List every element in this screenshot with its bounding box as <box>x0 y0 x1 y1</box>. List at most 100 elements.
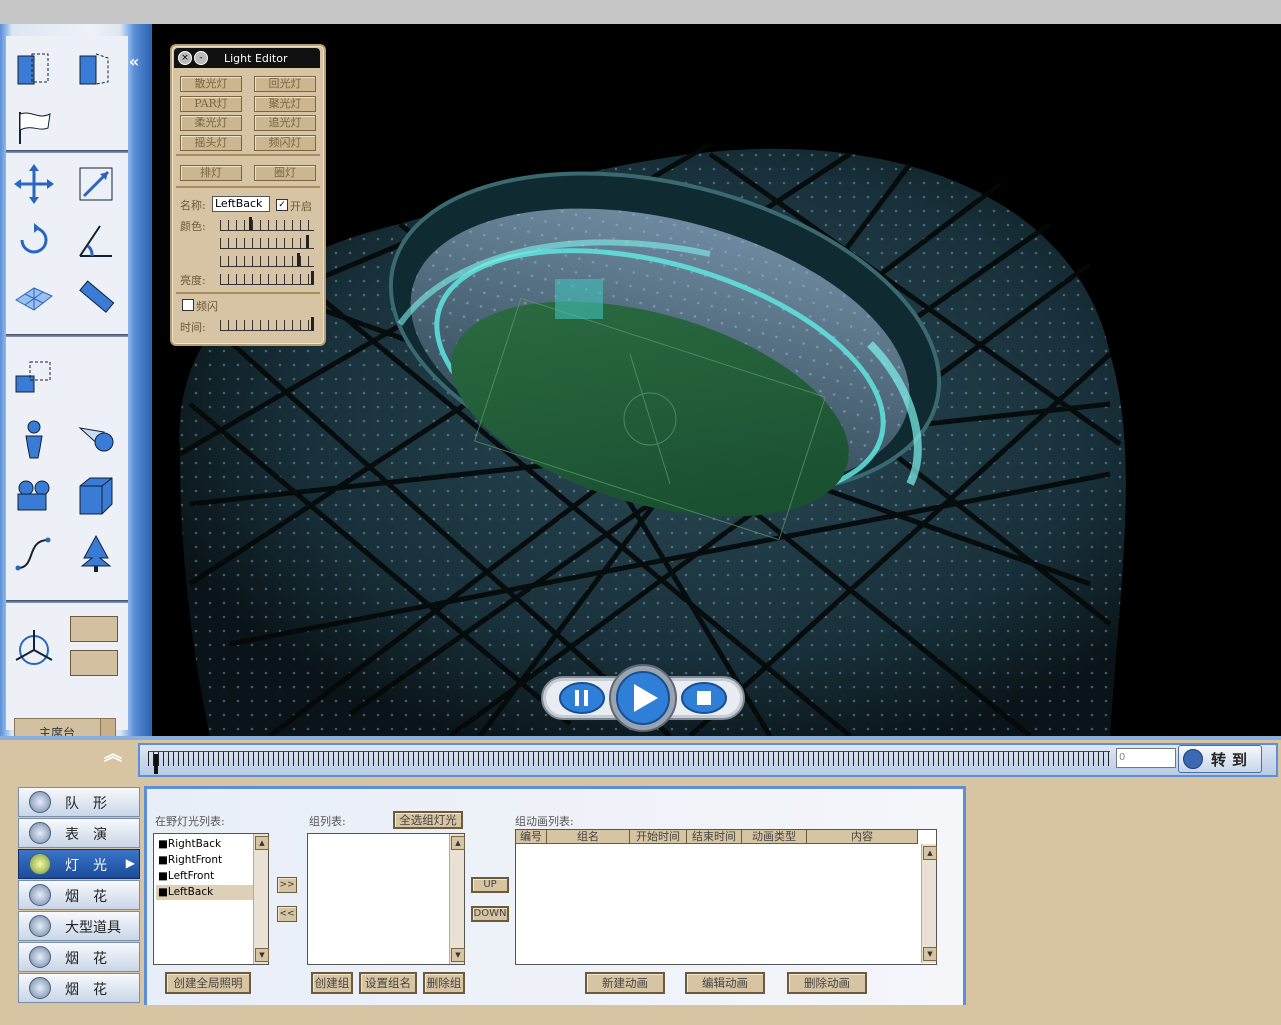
color-green-slider[interactable] <box>220 235 314 249</box>
create-group-button[interactable]: 创建组 <box>311 972 353 994</box>
frame-input[interactable]: 0 <box>1116 748 1176 768</box>
column-header[interactable]: 开始时间 <box>630 830 687 844</box>
play-button[interactable] <box>609 664 677 732</box>
select-all-group-lights-button[interactable]: 全选组灯光 <box>393 811 463 829</box>
category-fireworks[interactable]: 烟花 <box>18 942 140 972</box>
field-lights-list[interactable]: ■RightBack ■RightFront ■LeftFront ■LeftB… <box>153 833 269 965</box>
time-slider[interactable] <box>220 317 314 331</box>
stop-button[interactable] <box>681 682 727 714</box>
ruler-icon[interactable] <box>74 274 118 318</box>
new-animation-button[interactable]: 新建动画 <box>585 972 665 994</box>
column-header[interactable]: 组名 <box>547 830 630 844</box>
list-item[interactable]: ■LeftFront <box>156 869 258 884</box>
color-blue-slider[interactable] <box>220 253 314 267</box>
list-item-selected[interactable]: ■LeftBack <box>156 885 258 900</box>
enable-checkbox[interactable]: ✓ <box>276 199 288 211</box>
light-name-input[interactable]: LeftBack <box>212 196 270 212</box>
transform-gizmo-icon[interactable] <box>12 626 56 670</box>
column-header[interactable]: 结束时间 <box>687 830 742 844</box>
pause-button[interactable] <box>559 682 605 714</box>
category-fireworks[interactable]: 烟花 <box>18 880 140 910</box>
grid-icon[interactable] <box>12 274 56 318</box>
timeline-scrubber[interactable] <box>154 754 158 774</box>
timeline-bar: 0 转到 <box>138 743 1278 777</box>
list-item[interactable]: ■RightFront <box>156 853 258 868</box>
flag-icon[interactable] <box>12 104 56 148</box>
scroll-up-icon[interactable]: ▲ <box>923 846 937 860</box>
move-left-button[interactable]: << <box>277 906 297 922</box>
scale-icon[interactable] <box>74 162 118 206</box>
light-type-button[interactable]: 散光灯 <box>180 76 242 92</box>
scrollbar[interactable]: ▲ ▼ <box>449 834 465 964</box>
light-type-button[interactable]: 摇头灯 <box>180 135 242 151</box>
scroll-down-icon[interactable]: ▼ <box>451 948 465 962</box>
scroll-up-icon[interactable]: ▲ <box>255 836 269 850</box>
light-type-button[interactable]: 聚光灯 <box>254 96 316 112</box>
ring-lights-button[interactable]: 圈灯 <box>254 165 316 181</box>
performance-icon <box>29 822 51 844</box>
scrollbar[interactable]: ▲ ▼ <box>921 844 937 963</box>
color-swatch-secondary[interactable] <box>70 650 118 676</box>
brightness-slider[interactable] <box>220 271 314 285</box>
copy-object-icon[interactable] <box>12 48 56 92</box>
light-type-button[interactable]: 追光灯 <box>254 115 316 131</box>
fireworks-icon <box>29 946 51 968</box>
column-header[interactable]: 动画类型 <box>742 830 807 844</box>
angle-icon[interactable] <box>74 218 118 262</box>
group-animation-table[interactable]: 编号 组名 开始时间 结束时间 动画类型 内容 ▲ ▼ <box>515 829 937 965</box>
scroll-down-icon[interactable]: ▼ <box>923 947 937 961</box>
delete-animation-button[interactable]: 删除动画 <box>787 972 867 994</box>
lighting-icon <box>29 853 51 875</box>
category-fireworks[interactable]: 烟花 <box>18 973 140 1003</box>
timeline-track[interactable] <box>148 751 1110 774</box>
collapse-toolbar-button[interactable]: « <box>120 52 148 72</box>
slider-knob[interactable] <box>311 271 314 284</box>
performer-icon[interactable] <box>12 418 56 462</box>
goto-button[interactable]: 转到 <box>1178 745 1262 773</box>
light-editor-titlebar[interactable]: × - Light Editor <box>174 48 320 68</box>
slider-knob[interactable] <box>306 235 310 248</box>
color-swatch-primary[interactable] <box>70 616 118 642</box>
move-right-button[interactable]: >> <box>277 877 297 893</box>
scroll-up-icon[interactable]: ▲ <box>451 836 465 850</box>
category-performance[interactable]: 表演 <box>18 818 140 848</box>
slider-knob[interactable] <box>311 317 314 330</box>
select-region-icon[interactable] <box>12 356 56 400</box>
expand-panel-button[interactable]: ︽ <box>100 740 126 766</box>
down-button[interactable]: DOWN <box>471 906 509 922</box>
light-type-button[interactable]: 回光灯 <box>254 76 316 92</box>
create-global-lighting-button[interactable]: 创建全局照明 <box>165 972 251 994</box>
color-red-slider[interactable] <box>220 217 314 231</box>
edit-animation-button[interactable]: 编辑动画 <box>685 972 765 994</box>
tree-icon[interactable] <box>74 532 118 576</box>
row-lights-button[interactable]: 排灯 <box>180 165 242 181</box>
move-icon[interactable] <box>12 162 56 206</box>
slider-knob[interactable] <box>249 217 253 230</box>
category-lighting[interactable]: 灯光 ▶ <box>18 849 140 879</box>
mirror-object-icon[interactable] <box>74 48 118 92</box>
camera-icon[interactable] <box>12 474 56 518</box>
category-large-props[interactable]: 大型道具 <box>18 911 140 941</box>
up-button[interactable]: UP <box>471 877 509 893</box>
cube-icon[interactable] <box>74 474 118 518</box>
rotate-icon[interactable] <box>12 218 56 262</box>
group-list[interactable]: ▲ ▼ <box>307 833 465 965</box>
list-item[interactable]: ■RightBack <box>156 837 258 852</box>
column-header[interactable]: 内容 <box>807 830 918 844</box>
delete-group-button[interactable]: 删除组 <box>423 972 465 994</box>
scrollbar[interactable]: ▲ ▼ <box>253 834 269 964</box>
light-type-button[interactable]: 柔光灯 <box>180 115 242 131</box>
category-formation[interactable]: 队形 <box>18 787 140 817</box>
curve-path-icon[interactable] <box>12 532 56 576</box>
minimize-icon[interactable]: - <box>194 51 208 65</box>
set-group-name-button[interactable]: 设置组名 <box>359 972 417 994</box>
spotlight-icon[interactable] <box>74 418 118 462</box>
scroll-down-icon[interactable]: ▼ <box>255 948 269 962</box>
strobe-checkbox[interactable] <box>182 299 194 311</box>
slider-knob[interactable] <box>297 253 301 266</box>
column-header[interactable]: 编号 <box>516 830 547 844</box>
light-type-button[interactable]: PAR灯 <box>180 96 242 112</box>
fireworks-icon <box>29 884 51 906</box>
light-type-button[interactable]: 频闪灯 <box>254 135 316 151</box>
close-icon[interactable]: × <box>178 51 192 65</box>
